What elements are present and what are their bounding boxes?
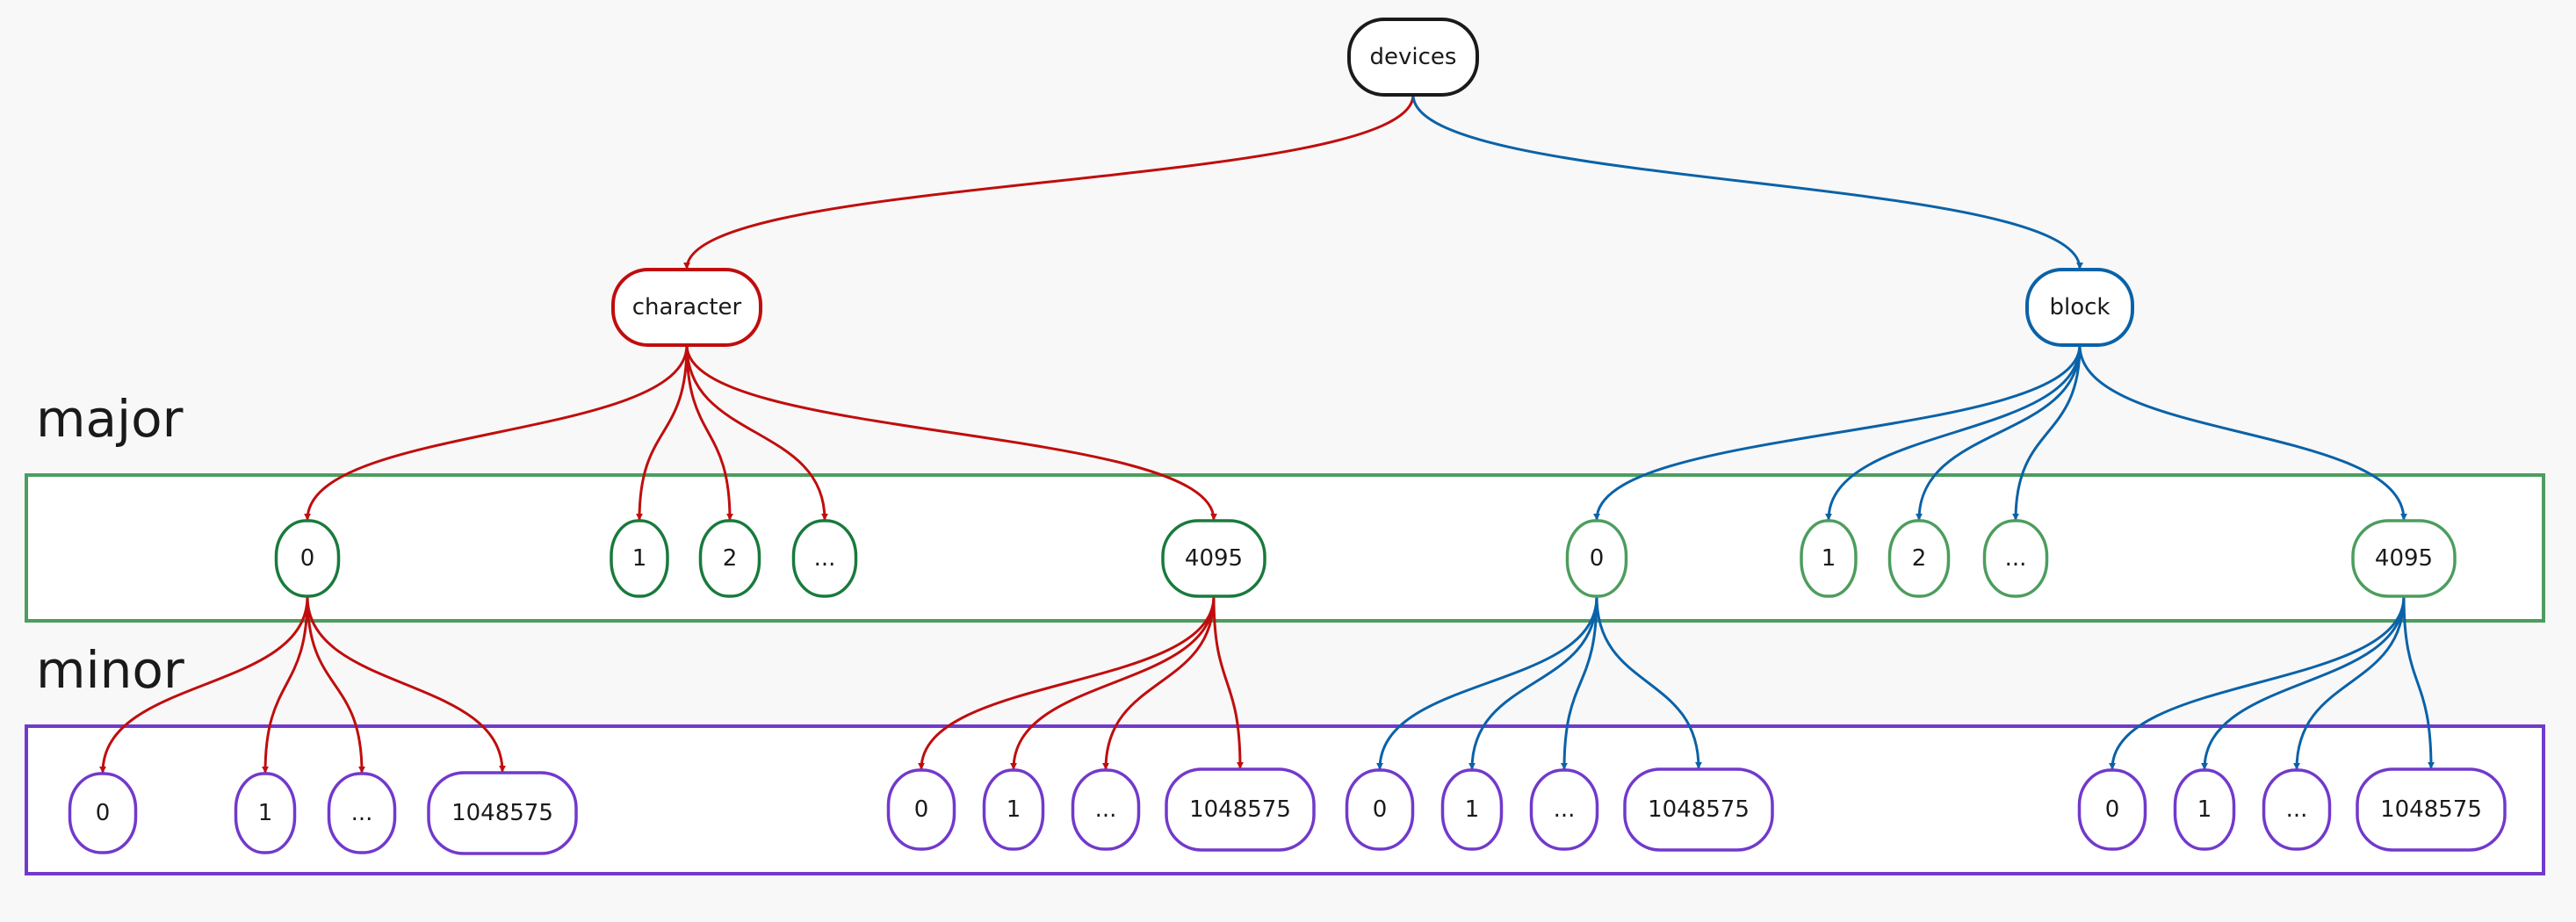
node-major-c-maj-1-label: 1 [632,545,647,572]
node-major-c-maj-4095-label: 4095 [1185,545,1243,572]
node-minor-m1-0-label: 0 [96,800,111,826]
node-minor-m1-0: 0 [68,772,138,854]
node-major-b-maj-4095: 4095 [2351,519,2457,598]
node-major-b-maj-0: 0 [1565,519,1628,598]
node-minor-m2-max-label: 1048575 [1189,796,1291,823]
node-major-b-maj-0-label: 0 [1590,545,1605,572]
node-minor-m1-max: 1048575 [427,771,578,855]
major-group-label: major [36,389,184,449]
node-major-c-maj-0-label: 0 [300,545,315,572]
node-major-c-maj-etc-label: ... [814,545,836,572]
node-major-c-maj-2: 2 [698,519,761,598]
node-major-c-maj-2-label: 2 [723,545,738,572]
node-minor-m3-etc-label: ... [1554,796,1576,823]
node-minor-m1-1: 1 [234,772,297,854]
node-minor-m3-1-label: 1 [1465,796,1480,823]
node-minor-m4-max: 1048575 [2356,767,2507,852]
node-minor-m1-max-label: 1048575 [451,800,553,826]
node-minor-m2-etc: ... [1071,768,1141,851]
node-minor-m1-etc-label: ... [351,800,373,826]
node-major-b-maj-2-label: 2 [1912,545,1927,572]
node-minor-m2-etc-label: ... [1095,796,1117,823]
node-minor-m3-etc: ... [1529,768,1599,851]
node-minor-m4-etc: ... [2262,768,2332,851]
node-minor-m3-max: 1048575 [1623,767,1774,852]
node-major-b-maj-4095-label: 4095 [2375,545,2433,572]
device-tree-diagram: major minor devices character block 0 1 2... 4… [25,18,2545,875]
node-devices: devices [1347,18,1479,97]
node-minor-m4-etc-label: ... [2286,796,2308,823]
node-block-label: block [2050,294,2111,321]
node-major-b-maj-1: 1 [1800,519,1858,598]
node-character-label: character [632,294,742,321]
node-minor-m4-max-label: 1048575 [2380,796,2482,823]
edges [99,94,2435,774]
node-minor-m3-1: 1 [1440,768,1504,851]
node-major-b-maj-etc-label: ... [2005,545,2027,572]
node-major-c-maj-4095: 4095 [1161,519,1266,598]
node-minor-m4-1: 1 [2173,768,2236,851]
node-character: character [611,268,762,347]
node-devices-label: devices [1370,44,1457,70]
edge-devices-character [683,94,1415,270]
edge-devices-block [1411,94,2083,270]
node-minor-m2-max: 1048575 [1165,767,1316,852]
node-minor-m4-0: 0 [2077,768,2147,851]
node-minor-m1-1-label: 1 [258,800,273,826]
node-major-c-maj-etc: ... [791,519,858,598]
node-minor-m3-0-label: 0 [1373,796,1388,823]
node-minor-m3-0: 0 [1345,768,1415,851]
node-minor-m2-1: 1 [982,768,1045,851]
node-major-b-maj-etc: ... [1982,519,2049,598]
node-major-c-maj-1: 1 [610,519,669,598]
node-major-b-maj-2: 2 [1887,519,1951,598]
node-major-c-maj-0: 0 [274,519,341,598]
node-major-b-maj-1-label: 1 [1822,545,1836,572]
node-minor-m2-1-label: 1 [1007,796,1021,823]
node-minor-m2-0-label: 0 [914,796,929,823]
major-group-box [25,473,2545,623]
node-block: block [2025,268,2134,347]
node-minor-m2-0: 0 [886,768,956,851]
node-minor-m4-0-label: 0 [2105,796,2120,823]
minor-group-label: minor [36,640,184,700]
node-minor-m4-1-label: 1 [2197,796,2212,823]
node-minor-m3-max-label: 1048575 [1648,796,1750,823]
node-minor-m1-etc: ... [327,772,397,854]
